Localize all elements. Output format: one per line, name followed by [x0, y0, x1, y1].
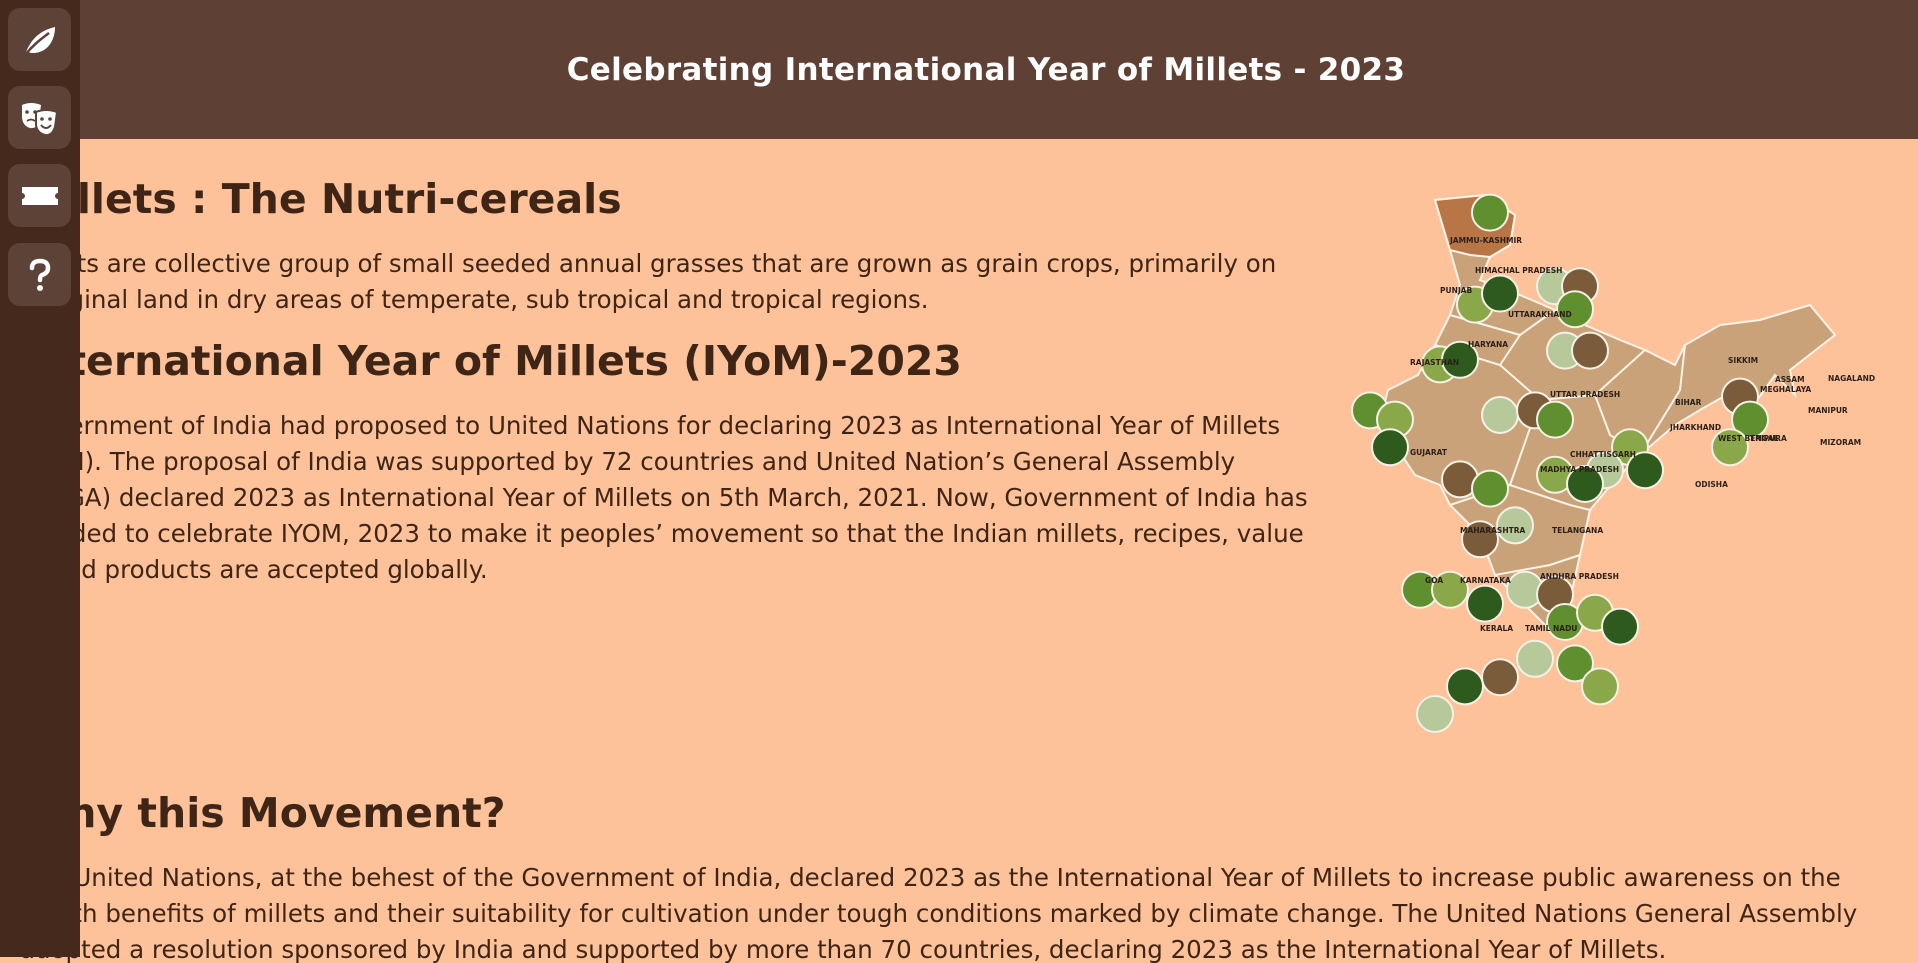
state-label: HIMACHAL PRADESH — [1475, 266, 1562, 275]
millet-disc — [1416, 695, 1454, 733]
state-label: WEST BENGAL — [1718, 434, 1779, 443]
section-body-nutri-cereals: Millets are collective group of small se… — [20, 249, 1277, 314]
millet-disc — [1471, 469, 1509, 508]
state-label: KARNATAKA — [1460, 576, 1511, 585]
state-label: NAGALAND — [1828, 374, 1875, 383]
state-label: MANIPUR — [1808, 406, 1848, 415]
millet-disc — [1481, 396, 1519, 434]
state-label: JHARKHAND — [1669, 423, 1721, 432]
millet-disc — [1581, 667, 1619, 706]
page-title: Celebrating International Year of Millet… — [566, 51, 1406, 88]
leaf-icon — [23, 26, 55, 56]
millet-disc — [1601, 607, 1639, 646]
state-label: MEGHALAYA — [1760, 385, 1811, 394]
state-label: ANDHRA PRADESH — [1540, 572, 1619, 581]
state-label: ODISHA — [1695, 480, 1728, 489]
state-label: MAHARASHTRA — [1460, 526, 1525, 535]
state-label: CHHATTISGARH — [1570, 450, 1636, 459]
state-label: HARYANA — [1468, 340, 1508, 349]
sidebar-button-leaf[interactable] — [8, 8, 71, 71]
ticket-icon — [21, 186, 58, 205]
millet-disc — [1571, 331, 1609, 370]
state-label: PUNJAB — [1440, 286, 1472, 295]
state-label: UTTARAKHAND — [1508, 310, 1572, 319]
sidebar-button-theater[interactable] — [8, 86, 71, 149]
state-label: BIHAR — [1675, 398, 1702, 407]
millet-disc — [1471, 193, 1509, 232]
state-label: MADHYA PRADESH — [1540, 465, 1619, 474]
millet-disc — [1446, 667, 1484, 706]
millet-disc — [1516, 639, 1554, 678]
sidebar-button-help[interactable] — [8, 243, 71, 306]
page-header: Celebrating International Year of Millet… — [0, 0, 1918, 139]
section-heading-iyom: International Year of Millets (IYoM)-202… — [22, 337, 962, 385]
section-heading-nutri-cereals: Millets : The Nutri-cereals — [22, 175, 622, 223]
india-millets-map: JAMMU-KASHMIR HIMACHAL PRADESH PUNJAB UTTAR… — [1340, 185, 1880, 735]
section-body-iyom: Government of India had proposed to Unit… — [20, 411, 1308, 584]
millet-disc — [1536, 400, 1574, 439]
question-icon — [29, 258, 50, 291]
millet-disc — [1481, 274, 1519, 313]
state-label: KERALA — [1480, 624, 1513, 633]
state-label: ASSAM — [1775, 375, 1805, 384]
india-map-image: JAMMU-KASHMIR HIMACHAL PRADESH PUNJAB UTTAR… — [1351, 193, 1875, 733]
section-heading-why-movement: Why this Movement? — [22, 789, 506, 837]
sidebar-button-ticket[interactable] — [8, 164, 71, 227]
state-label: TELANGANA — [1552, 526, 1603, 535]
state-label: TAMIL NADU — [1525, 624, 1577, 633]
state-label: JAMMU-KASHMIR — [1449, 236, 1522, 245]
millet-disc — [1371, 428, 1409, 467]
millet-disc — [1481, 658, 1519, 697]
state-label: RAJASTHAN — [1410, 358, 1459, 367]
state-label: GOA — [1425, 576, 1443, 585]
section-body-why-movement: The United Nations, at the behest of the… — [20, 863, 1858, 963]
theater-masks-icon — [21, 102, 58, 136]
state-label: UTTAR PRADESH — [1550, 390, 1620, 399]
main-content: Millets : The Nutri-cereals Millets are … — [0, 139, 1918, 963]
sidebar — [0, 0, 80, 957]
millet-disc — [1466, 584, 1504, 623]
state-label: MIZORAM — [1820, 438, 1861, 447]
state-label: GUJARAT — [1410, 448, 1448, 457]
state-label: SIKKIM — [1728, 356, 1758, 365]
